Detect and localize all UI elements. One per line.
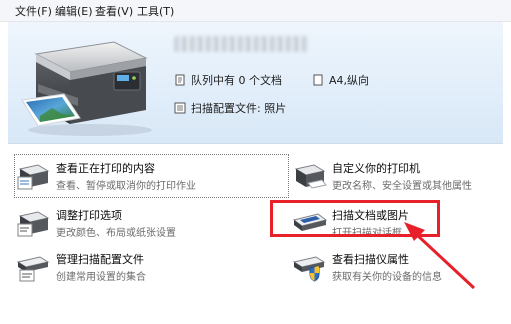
highlight-box [270,200,440,237]
menu-view[interactable]: 查看(V) [95,3,133,19]
menu-bar: 文件(F) 编辑(E) 查看(V) 工具(T) [0,0,511,22]
printer-settings-icon [294,164,327,189]
task-scanner-properties-title: 查看扫描仪属性 [332,253,409,266]
task-view-printing-desc: 查看、暂停或取消你的打印作业 [56,181,196,192]
scan-profiles-icon [16,256,50,282]
scan-profile-text: 扫描配置文件: 照片 [191,102,287,115]
task-customize-printer-title: 自定义你的打印机 [332,162,420,175]
printer-scanner-icon [21,41,152,136]
paper-icon [313,74,323,86]
queue-status-text: 队列中有 0 个文档 [191,74,282,87]
device-header: 队列中有 0 个文档 A4,纵向 扫描配置文件: 照片 [8,22,503,144]
task-customize-printer[interactable]: 自定义你的打印机 更改名称、安全设置或其他属性 [292,157,502,197]
paper-info: A4,纵向 [312,72,369,88]
task-manage-scan-profiles[interactable]: 管理扫描配置文件 创建常用设置的集合 [16,248,286,288]
task-print-options-title: 调整打印选项 [56,209,122,222]
task-scanner-properties[interactable]: 查看扫描仪属性 获取有关你的设备的信息 [292,248,502,288]
task-customize-printer-desc: 更改名称、安全设置或其他属性 [332,181,472,192]
task-manage-scan-profiles-desc: 创建常用设置的集合 [56,272,146,283]
task-print-options[interactable]: 调整打印选项 更改颜色、布局或纸张设置 [16,204,286,244]
task-manage-scan-profiles-title: 管理扫描配置文件 [56,253,144,266]
printer-name-redacted [174,36,308,52]
menu-edit[interactable]: 编辑(E) [55,3,93,19]
print-options-icon [17,211,50,237]
scan-profile-info: 扫描配置文件: 照片 [174,100,286,116]
menu-tools[interactable]: 工具(T) [137,3,174,19]
task-view-printing[interactable]: 查看正在打印的内容 查看、暂停或取消你的打印作业 [16,157,286,197]
printer-queue-icon [17,164,50,190]
paper-info-text: A4,纵向 [329,74,370,87]
task-view-printing-title: 查看正在打印的内容 [56,162,155,175]
queue-status: 队列中有 0 个文档 [174,72,282,88]
task-scanner-properties-desc: 获取有关你的设备的信息 [332,272,442,283]
scan-profile-icon [174,102,186,114]
scanner-properties-icon [292,256,326,282]
menu-file[interactable]: 文件(F) [15,3,52,19]
task-print-options-desc: 更改颜色、布局或纸张设置 [56,228,176,239]
document-icon [175,74,185,86]
